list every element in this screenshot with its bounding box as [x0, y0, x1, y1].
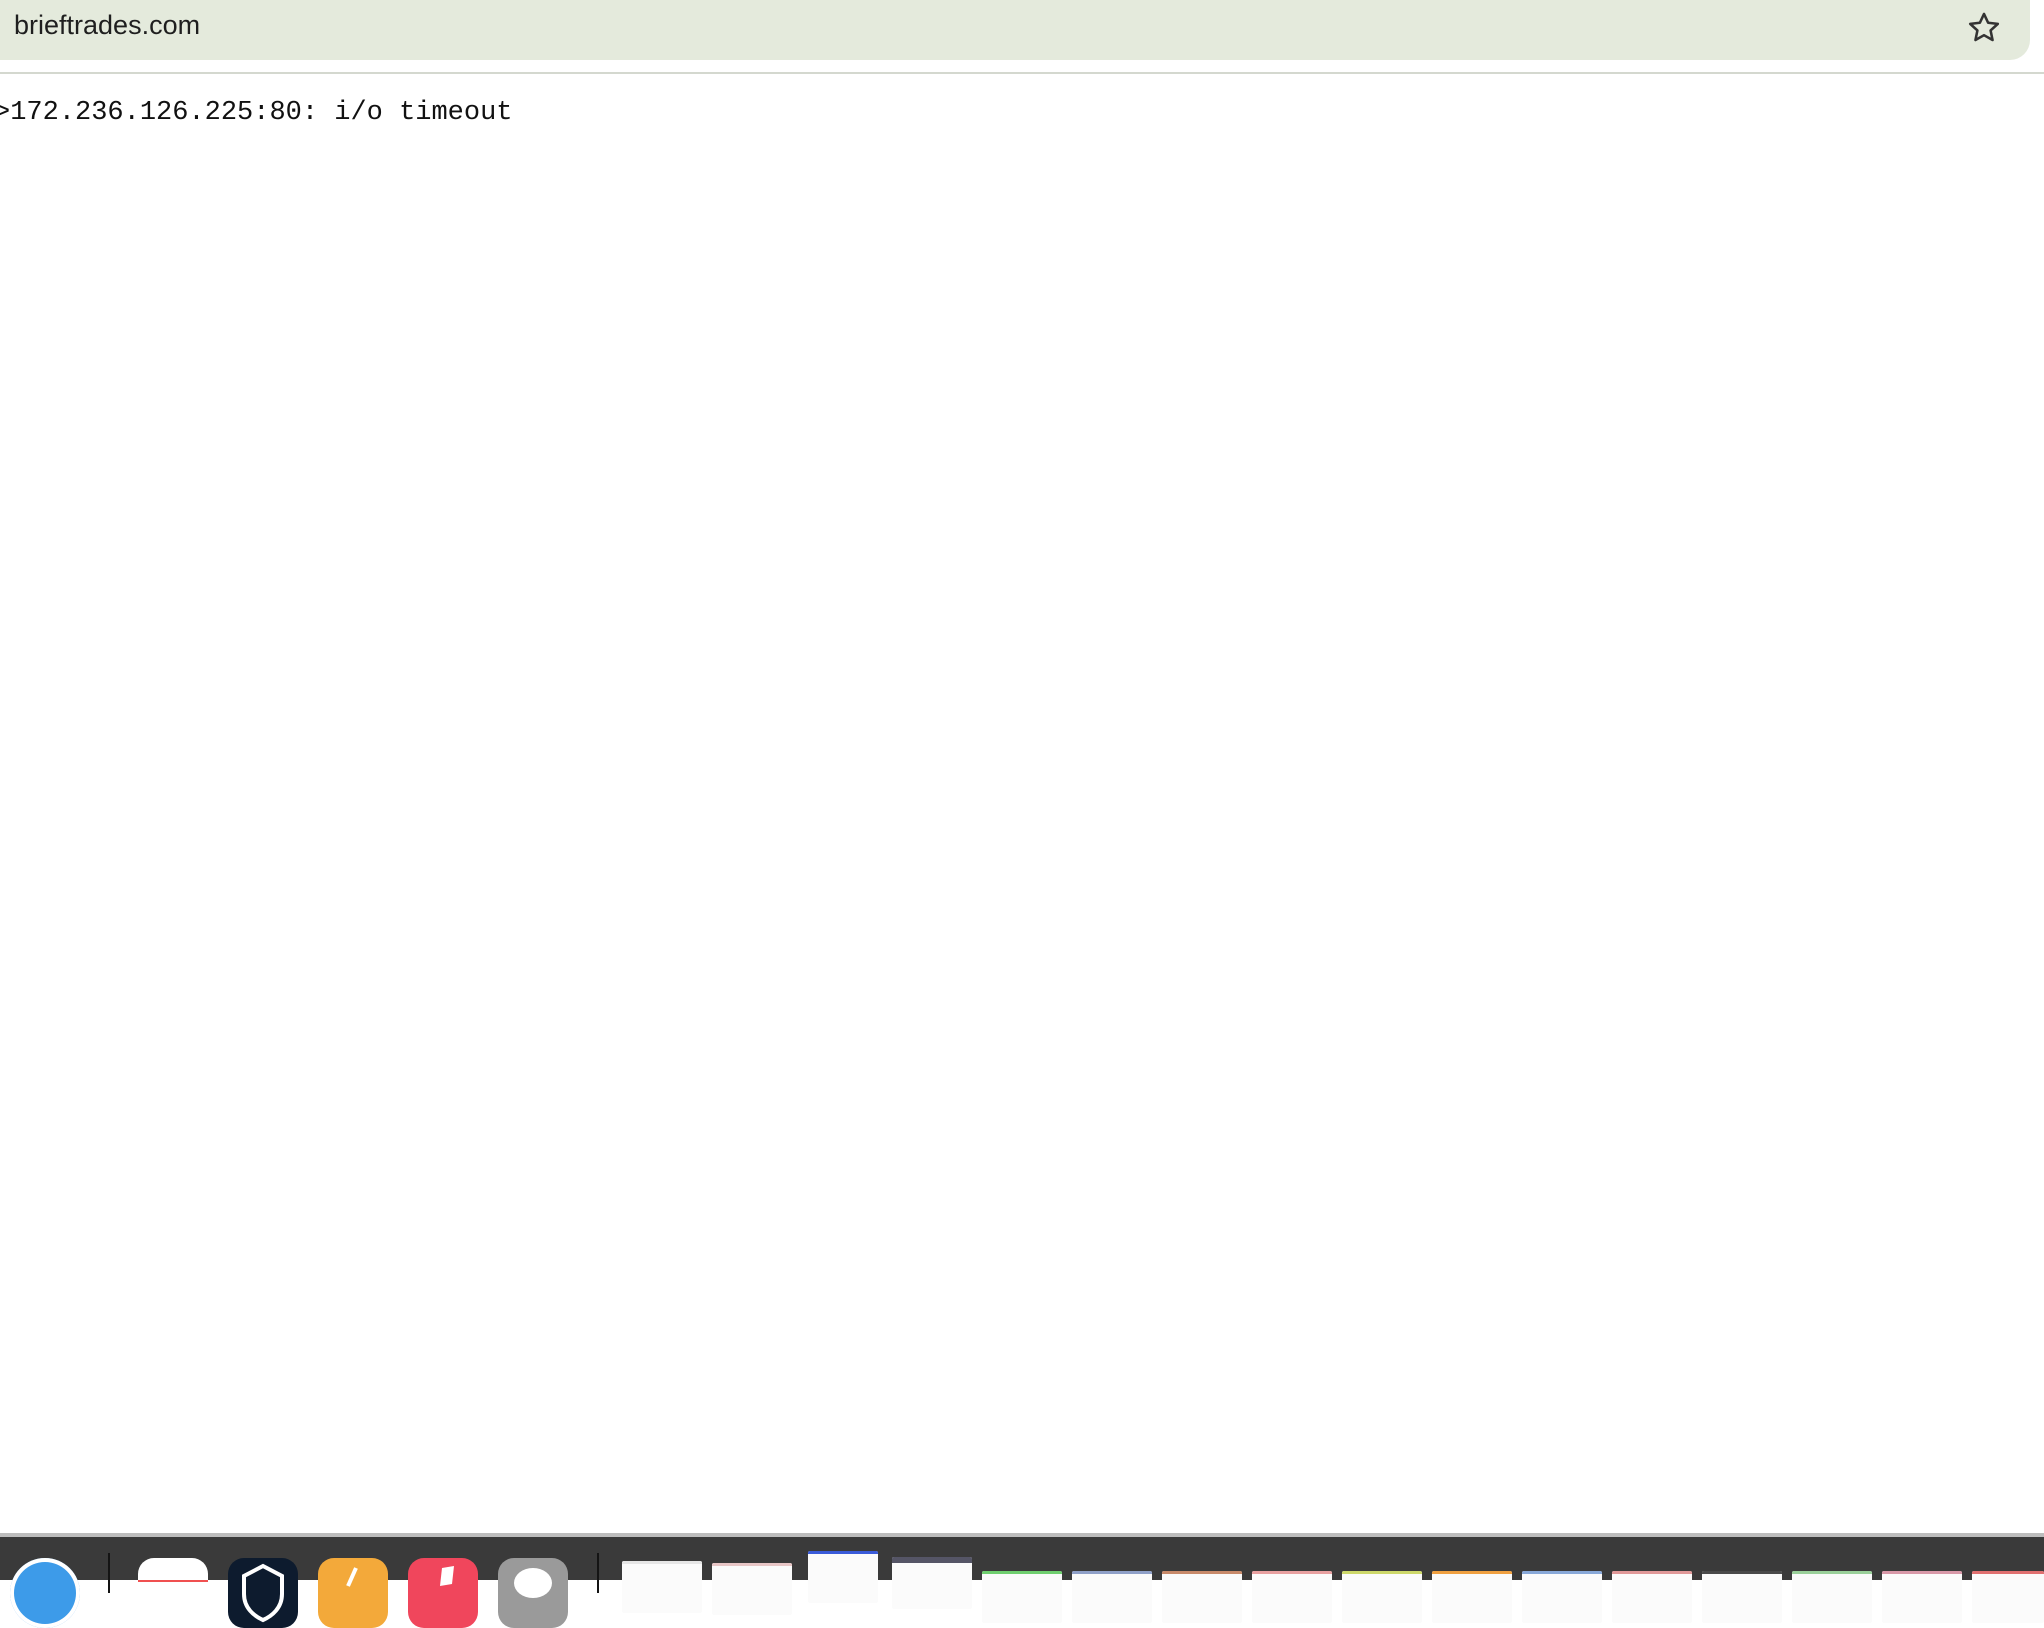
- window-thumbnail[interactable]: [1522, 1571, 1602, 1623]
- thumbnail-accent: [1432, 1571, 1512, 1574]
- window-thumbnail[interactable]: [1702, 1571, 1782, 1623]
- toolbar-divider: [0, 72, 2044, 74]
- thumbnail-accent: [622, 1561, 702, 1564]
- window-thumbnail[interactable]: [1072, 1571, 1152, 1623]
- dock-separator: [597, 1553, 599, 1593]
- notes-app-icon[interactable]: [318, 1558, 388, 1628]
- calendar-icon[interactable]: [138, 1558, 208, 1628]
- window-thumbnail[interactable]: [1162, 1571, 1242, 1623]
- window-thumbnail[interactable]: [1792, 1571, 1872, 1623]
- messages-app-icon[interactable]: [498, 1558, 568, 1628]
- pencil-icon: [346, 1567, 358, 1587]
- thumbnail-accent: [1252, 1571, 1332, 1574]
- window-thumbnail[interactable]: [808, 1551, 878, 1603]
- music-note-icon: [440, 1566, 454, 1586]
- thumbnail-accent: [1342, 1571, 1422, 1574]
- dock: [0, 1537, 2044, 1628]
- chat-bubble-icon: [514, 1568, 552, 1598]
- thumbnail-accent: [1612, 1571, 1692, 1574]
- window-thumbnail[interactable]: [1342, 1571, 1422, 1623]
- dock-separator: [108, 1553, 110, 1593]
- error-message: >172.236.126.225:80: i/o timeout: [0, 98, 513, 128]
- window-thumbnail[interactable]: [622, 1561, 702, 1613]
- thumbnail-accent: [1972, 1571, 2044, 1574]
- address-bar[interactable]: brieftrades.com: [0, 0, 2030, 60]
- window-thumbnail[interactable]: [982, 1571, 1062, 1623]
- thumbnail-accent: [982, 1571, 1062, 1574]
- window-thumbnail[interactable]: [892, 1557, 972, 1609]
- window-thumbnail[interactable]: [1972, 1571, 2044, 1623]
- window-thumbnail[interactable]: [1252, 1571, 1332, 1623]
- safari-icon[interactable]: [10, 1558, 80, 1628]
- thumbnail-accent: [1882, 1571, 1962, 1574]
- thumbnail-accent: [1702, 1571, 1782, 1574]
- window-thumbnail[interactable]: [1612, 1571, 1692, 1623]
- thumbnail-accent: [1792, 1571, 1872, 1574]
- star-icon[interactable]: [1966, 10, 2002, 46]
- shield-app-icon[interactable]: [228, 1558, 298, 1628]
- window-thumbnail[interactable]: [1432, 1571, 1512, 1623]
- window-thumbnail[interactable]: [712, 1563, 792, 1615]
- window-thumbnail[interactable]: [1882, 1571, 1962, 1623]
- thumbnail-accent: [892, 1557, 972, 1563]
- shield-icon: [242, 1563, 284, 1623]
- thumbnail-accent: [712, 1563, 792, 1566]
- thumbnail-accent: [1072, 1571, 1152, 1574]
- thumbnail-accent: [1522, 1571, 1602, 1574]
- thumbnail-accent: [1162, 1571, 1242, 1574]
- calendar-red-line: [138, 1580, 208, 1582]
- music-icon[interactable]: [408, 1558, 478, 1628]
- thumbnail-accent: [808, 1551, 878, 1554]
- url-text[interactable]: brieftrades.com: [14, 10, 200, 41]
